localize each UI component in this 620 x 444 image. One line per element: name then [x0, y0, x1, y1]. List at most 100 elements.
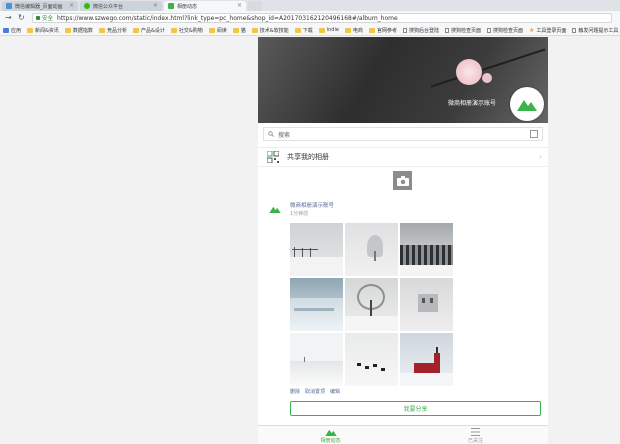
url-text[interactable]: https://www.szwego.com/static/index.html… [57, 15, 398, 22]
page-icon [572, 27, 577, 33]
bookmark-item[interactable]: 触发问题提示工具 [572, 27, 618, 34]
post-time: 1分钟前 [290, 211, 309, 217]
bookmark-label: 下载 [302, 27, 313, 34]
new-tab-button[interactable] [248, 1, 262, 11]
close-icon[interactable]: × [153, 2, 158, 9]
list-icon [471, 427, 480, 436]
bookmark-item[interactable]: 数据指数 [64, 27, 93, 34]
unpin-link[interactable]: 取消置顶 [305, 388, 325, 395]
apps-icon [3, 27, 9, 33]
blossom-shape [456, 59, 482, 85]
photo-snow-slope[interactable] [290, 333, 343, 386]
back-arrow-icon[interactable]: → [5, 13, 12, 22]
edit-link[interactable]: 编辑 [330, 388, 340, 395]
bookmark-label: 竞品分析 [106, 27, 127, 34]
share-album-label: 共享我的相册 [287, 153, 329, 161]
bookmark-item[interactable]: 竞品分析 [98, 27, 127, 34]
photo-snow-field[interactable] [290, 278, 343, 331]
camera-icon [396, 175, 409, 186]
tab-wechat-platform[interactable]: 微信公众平台 × [80, 1, 162, 11]
folder-icon [251, 27, 258, 33]
star-icon: ★ [529, 26, 535, 34]
reload-icon[interactable]: ↻ [18, 13, 25, 22]
delete-link[interactable]: 删除 [290, 388, 300, 395]
share-button[interactable]: 我要分享 [290, 401, 541, 416]
bookmark-item[interactable]: indie [318, 27, 339, 33]
bookmark-label: 电商 [352, 27, 363, 34]
bookmark-item[interactable]: 社交&购物 [170, 27, 203, 34]
folder-icon [232, 27, 239, 33]
share-album-row[interactable]: 共享我的相册 › [258, 147, 548, 167]
bookmark-label: 猫 [240, 27, 246, 34]
close-icon[interactable]: × [69, 2, 74, 9]
security-label: 安全 [42, 16, 54, 22]
qr-code-icon [267, 151, 279, 163]
bookmark-label: 官网参考 [376, 27, 397, 34]
bookmark-label: 新闻&资讯 [35, 27, 59, 34]
photo-grid [290, 223, 454, 386]
bookmark-item[interactable]: 搜狗检查页面 [486, 27, 523, 34]
photo-snowy-ruin[interactable] [400, 278, 453, 331]
close-icon[interactable]: × [237, 2, 242, 9]
album-page: 微商相册演示账号 搜索 共享我的相册 › 微商相册演示账号 1分钟前 删除 取消… [258, 37, 548, 444]
post-actions: 删除 取消置顶 编辑 [290, 388, 345, 395]
tab-label: 微信公众平台 [93, 3, 124, 10]
post-author-avatar[interactable] [266, 200, 284, 218]
bookmark-item[interactable]: 官网参考 [368, 27, 397, 34]
folder-icon [294, 27, 301, 33]
bookmark-item[interactable]: 电商 [344, 27, 363, 34]
bookmarks-bar: 应用 新闻&资讯 数据指数 竞品分析 产品&设计 社交&购物 阅读 猫 技术&软技能 下载 indi… [0, 25, 620, 36]
bookmark-item[interactable]: 阅读 [208, 27, 227, 34]
bookmark-label: 社交&购物 [178, 27, 203, 34]
album-owner-name: 微商相册演示账号 [448, 100, 497, 107]
owner-avatar[interactable] [510, 87, 544, 121]
bookmark-label: 数据指数 [72, 27, 93, 34]
folder-icon [208, 27, 215, 33]
folder-icon [132, 27, 139, 33]
bookmark-item[interactable]: 猫 [232, 27, 246, 34]
tab-label: 相册动态 [177, 3, 198, 10]
bookmark-label: 技术&软技能 [259, 27, 289, 34]
bookmark-item[interactable]: 技术&软技能 [251, 27, 289, 34]
mountain-icon [324, 429, 337, 436]
folder-icon [27, 27, 34, 33]
photo-lone-tree[interactable] [345, 278, 398, 331]
bookmark-item[interactable]: 应用 [3, 27, 21, 34]
post-author-name[interactable]: 微商相册演示账号 [290, 201, 334, 209]
folder-icon [98, 27, 105, 33]
mountain-icon [269, 206, 281, 213]
folder-icon [368, 27, 375, 33]
bookmark-label: 搜狗后台登陆 [408, 27, 439, 34]
tab-album[interactable]: 相册动态 × [164, 1, 246, 11]
tab-editor[interactable]: 微信编辑器_页面动画 × [2, 1, 78, 11]
folder-icon [170, 27, 177, 33]
tab-album-feed[interactable]: 相册动态 [258, 426, 403, 444]
photo-horses-in-snow[interactable] [345, 333, 398, 386]
photo-foggy-fence[interactable] [290, 223, 343, 276]
share-button-label: 我要分享 [403, 406, 428, 413]
camera-button[interactable] [393, 171, 412, 190]
bookmark-item[interactable]: 新闻&资讯 [27, 27, 59, 34]
url-field[interactable]: 安全 https://www.szwego.com/static/index.h… [32, 13, 612, 23]
bottom-tab-bar: 相册动态 已关注 [258, 425, 548, 444]
bookmark-item[interactable]: 产品&设计 [132, 27, 165, 34]
browser-tab-bar: 微信编辑器_页面动画 × 微信公众平台 × 相册动态 × [0, 0, 620, 11]
image-search-icon[interactable] [530, 130, 538, 138]
tab-label: 微信编辑器_页面动画 [15, 3, 63, 10]
bookmark-label: 阅读 [216, 27, 227, 34]
lock-icon [36, 16, 40, 20]
bookmark-item[interactable]: 下载 [294, 27, 313, 34]
folder-icon [344, 27, 351, 33]
search-icon [268, 131, 274, 137]
tab-following[interactable]: 已关注 [403, 426, 548, 444]
wechat-icon [84, 3, 90, 9]
folder-icon [318, 27, 325, 33]
cover-photo: 微商相册演示账号 [258, 37, 548, 123]
bookmark-item[interactable]: ★ 工具登录页面 [529, 27, 566, 34]
photo-snowy-forest[interactable] [400, 223, 453, 276]
bookmark-item[interactable]: 搜狗检查页面 [444, 27, 481, 34]
photo-frosted-tree[interactable] [345, 223, 398, 276]
photo-red-church[interactable] [400, 333, 453, 386]
search-bar[interactable]: 搜索 [263, 127, 543, 141]
bookmark-item[interactable]: 搜狗后台登陆 [402, 27, 439, 34]
